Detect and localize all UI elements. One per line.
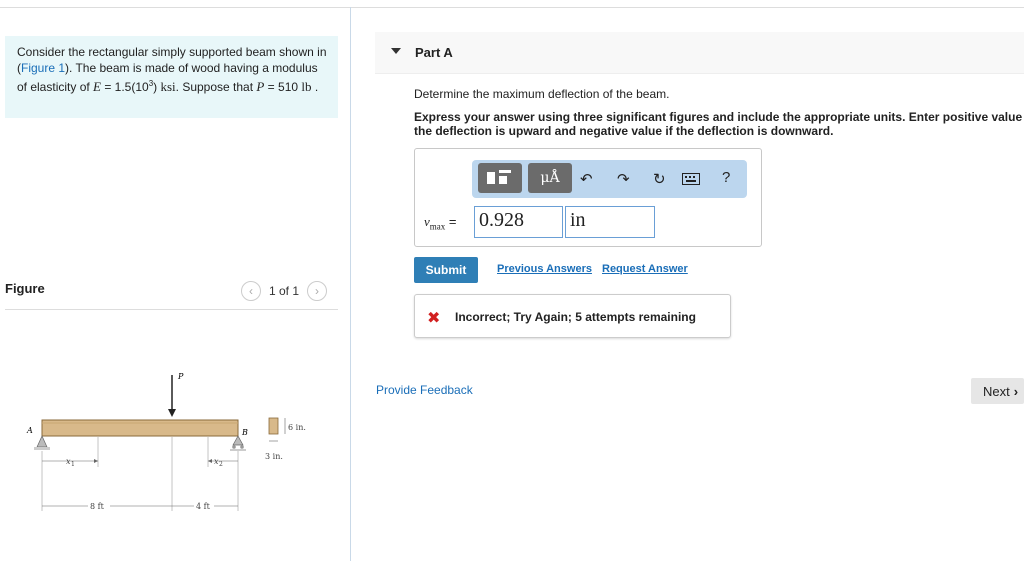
part-title: Part A xyxy=(415,45,453,60)
undo-icon[interactable]: ↶ xyxy=(580,170,593,188)
units-button[interactable]: μÅ xyxy=(528,163,572,193)
provide-feedback-link[interactable]: Provide Feedback xyxy=(376,383,473,397)
figure-heading: Figure xyxy=(5,281,45,296)
reset-icon[interactable]: ↻ xyxy=(653,170,666,188)
load-label: P xyxy=(177,372,184,381)
keyboard-icon[interactable] xyxy=(682,172,700,189)
top-rule xyxy=(0,7,1024,8)
chevron-right-icon: › xyxy=(1013,383,1019,399)
next-label: Next xyxy=(983,383,1010,399)
problem-statement: Consider the rectangular simply supporte… xyxy=(5,36,338,118)
panel-divider xyxy=(350,7,351,561)
beam xyxy=(41,419,239,437)
redo-icon[interactable]: ↷ xyxy=(617,170,630,188)
template-icon[interactable] xyxy=(478,163,522,193)
math-toolbar: μÅ ↶ ↷ ↻ ? xyxy=(472,160,747,198)
help-button[interactable]: ? xyxy=(722,169,730,186)
dim-3in: 3 in. xyxy=(265,452,283,461)
cross-section xyxy=(268,417,279,435)
support-b-label: B xyxy=(241,428,248,437)
svg-text:2: 2 xyxy=(219,461,223,468)
next-button[interactable]: Next › xyxy=(971,378,1024,404)
caret-down-icon[interactable] xyxy=(391,48,401,54)
request-answer-link[interactable]: Request Answer xyxy=(602,263,688,275)
figure-rule xyxy=(5,309,338,310)
dim-6in: 6 in. xyxy=(288,423,306,432)
roller-support xyxy=(232,435,244,446)
dim-4ft: 4 ft xyxy=(196,502,211,511)
feedback-text: Incorrect; Try Again; 5 attempts remaini… xyxy=(455,310,696,324)
feedback-box: ✖ Incorrect; Try Again; 5 attempts remai… xyxy=(414,294,731,338)
chevron-left-icon[interactable]: ‹ xyxy=(241,281,261,301)
previous-answers-link[interactable]: Previous Answers xyxy=(497,263,592,275)
figure-link[interactable]: Figure 1 xyxy=(21,61,65,75)
part-header[interactable]: Part A xyxy=(375,32,1024,74)
answer-variable: vmax = xyxy=(424,214,457,232)
error-x-icon: ✖ xyxy=(427,310,441,327)
chevron-right-icon[interactable]: › xyxy=(307,281,328,301)
unit-input[interactable]: in xyxy=(565,206,655,238)
instructions-text: Express your answer using three signific… xyxy=(414,110,1024,138)
beam-figure: P A B x 1 x 2 8 ft 4 ft 6 in. 3 in. xyxy=(26,372,306,511)
figure-pager: ‹ 1 of 1 › xyxy=(241,281,328,301)
support-a-label: A xyxy=(26,426,33,435)
value-input[interactable]: 0.928 xyxy=(474,206,563,238)
dim-8ft: 8 ft xyxy=(90,502,105,511)
pin-support xyxy=(36,435,48,448)
pager-text: 1 of 1 xyxy=(269,284,300,298)
svg-text:1: 1 xyxy=(71,461,75,468)
submit-button[interactable]: Submit xyxy=(414,257,478,283)
question-text: Determine the maximum deflection of the … xyxy=(414,87,670,101)
